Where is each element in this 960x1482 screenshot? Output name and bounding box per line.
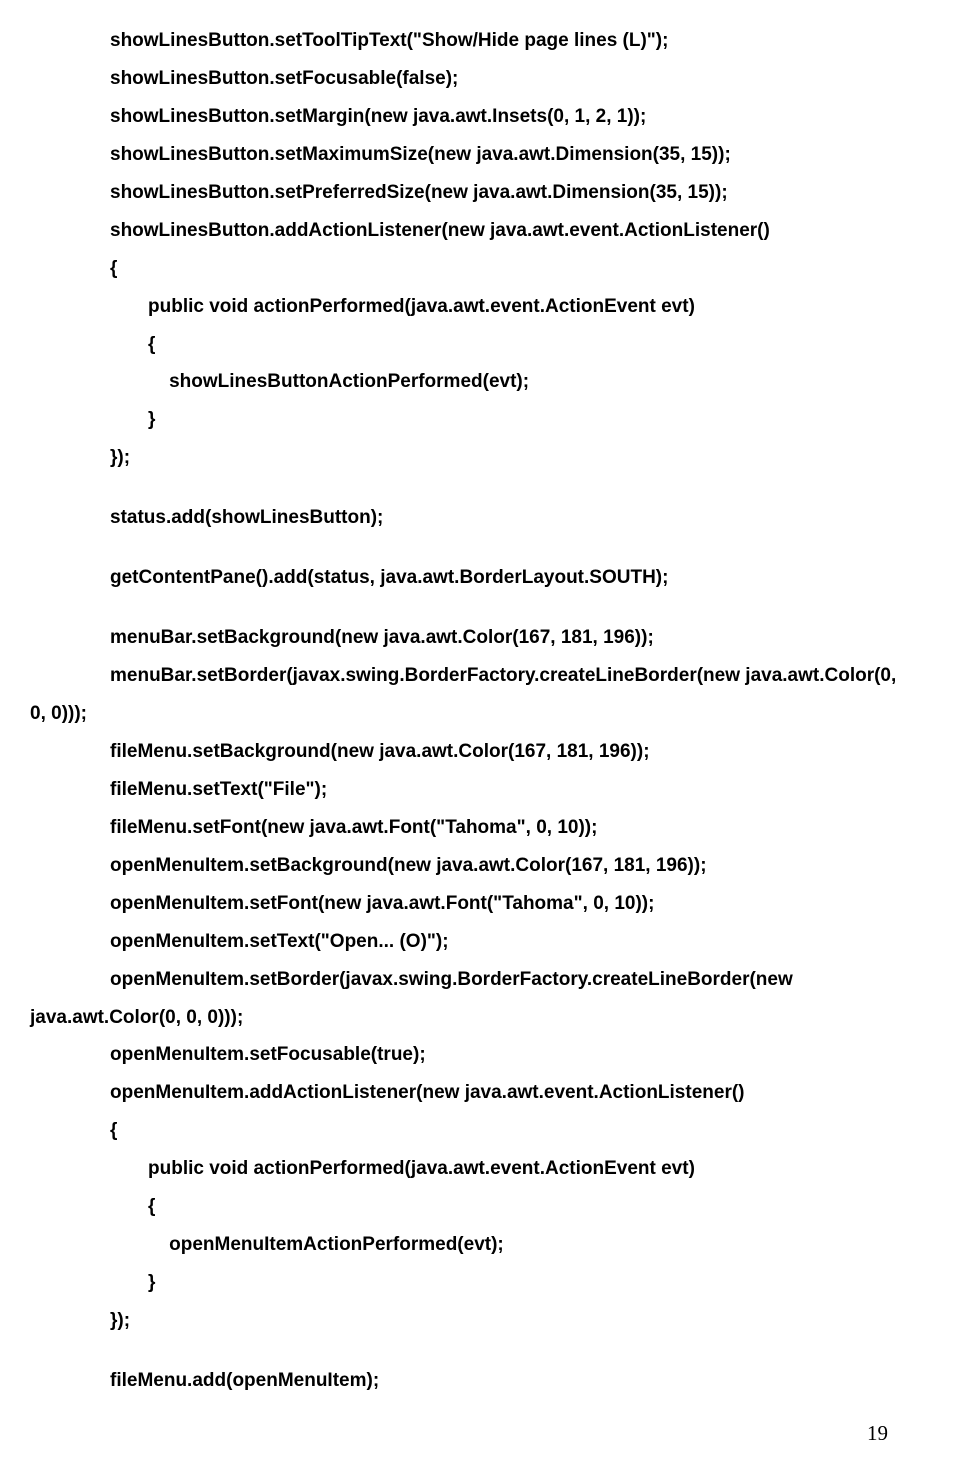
code-line: openMenuItemActionPerformed(evt);: [72, 1230, 888, 1259]
code-line: showLinesButton.setMargin(new java.awt.I…: [72, 102, 888, 131]
code-line: public void actionPerformed(java.awt.eve…: [72, 292, 888, 321]
code-line: {: [72, 254, 888, 283]
code-line: openMenuItem.setBorder(javax.swing.Borde…: [72, 965, 888, 994]
code-line: public void actionPerformed(java.awt.eve…: [72, 1154, 888, 1183]
code-line: menuBar.setBackground(new java.awt.Color…: [72, 623, 888, 652]
code-line: showLinesButton.setToolTipText("Show/Hid…: [72, 26, 888, 55]
code-line: });: [72, 1306, 888, 1335]
code-line: }: [72, 405, 888, 434]
code-line: openMenuItem.setFont(new java.awt.Font("…: [72, 889, 888, 918]
code-line: fileMenu.setFont(new java.awt.Font("Taho…: [72, 813, 888, 842]
code-line: openMenuItem.setText("Open... (O)");: [72, 927, 888, 956]
code-line: 0, 0)));: [30, 699, 888, 728]
page-number: 19: [867, 1421, 888, 1446]
code-line: menuBar.setBorder(javax.swing.BorderFact…: [72, 661, 888, 690]
code-line: showLinesButton.setPreferredSize(new jav…: [72, 178, 888, 207]
code-line: java.awt.Color(0, 0, 0)));: [30, 1003, 888, 1032]
code-line: showLinesButton.addActionListener(new ja…: [72, 216, 888, 245]
code-line: showLinesButton.setMaximumSize(new java.…: [72, 140, 888, 169]
document-page: showLinesButton.setToolTipText("Show/Hid…: [0, 0, 960, 1482]
code-line: status.add(showLinesButton);: [72, 503, 888, 532]
code-line: }: [72, 1268, 888, 1297]
code-block: showLinesButton.setToolTipText("Show/Hid…: [72, 26, 888, 1395]
code-line: getContentPane().add(status, java.awt.Bo…: [72, 563, 888, 592]
code-line: });: [72, 443, 888, 472]
code-line: {: [72, 1116, 888, 1145]
code-line: fileMenu.setText("File");: [72, 775, 888, 804]
code-line: openMenuItem.addActionListener(new java.…: [72, 1078, 888, 1107]
code-line: showLinesButton.setFocusable(false);: [72, 64, 888, 93]
code-line: fileMenu.add(openMenuItem);: [72, 1366, 888, 1395]
code-line: {: [72, 1192, 888, 1221]
code-line: openMenuItem.setFocusable(true);: [72, 1040, 888, 1069]
code-line: openMenuItem.setBackground(new java.awt.…: [72, 851, 888, 880]
code-line: fileMenu.setBackground(new java.awt.Colo…: [72, 737, 888, 766]
code-line: showLinesButtonActionPerformed(evt);: [72, 367, 888, 396]
code-line: {: [72, 330, 888, 359]
